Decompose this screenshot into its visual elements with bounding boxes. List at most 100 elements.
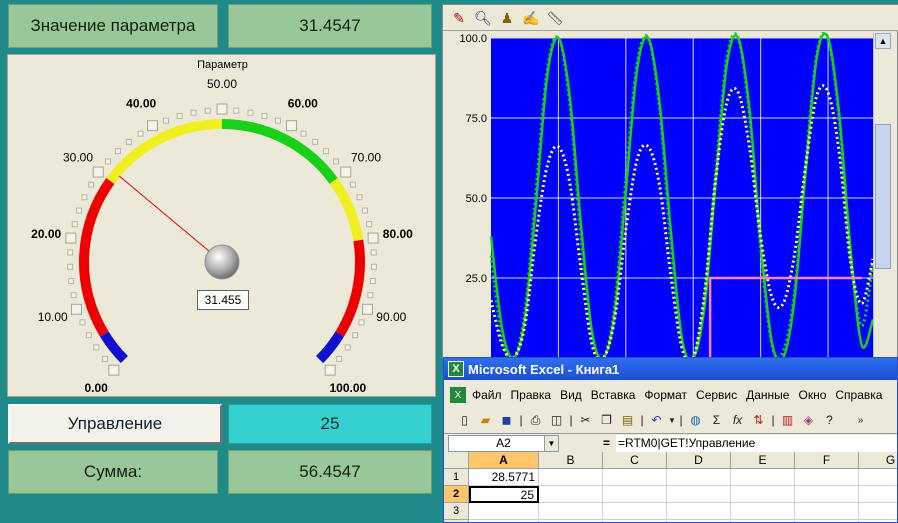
cut-icon[interactable]: ✂ — [575, 410, 596, 430]
function-icon[interactable]: fx — [727, 410, 748, 430]
formula-input[interactable]: =RTM0|GET!Управление — [616, 434, 897, 452]
menu-window[interactable]: Окно — [798, 388, 826, 402]
trend-chart-window: ✎ 🔍︎ ♟ ✍ 📏︎ 100.0 75.0 50.0 25.0 ▲ — [442, 4, 898, 360]
preview-icon[interactable]: ◫ — [546, 410, 567, 430]
gauge-minor-tick — [204, 107, 211, 114]
cell-a3[interactable] — [469, 503, 539, 520]
gauge-major-tick — [92, 166, 104, 178]
toolbar-overflow-icon[interactable]: » — [850, 410, 871, 430]
select-all-corner[interactable] — [444, 452, 469, 469]
column-header-g[interactable]: G — [859, 452, 897, 469]
menu-insert[interactable]: Вставка — [591, 388, 636, 402]
cell-a1[interactable]: 28.5771 — [469, 469, 539, 486]
gauge-minor-tick — [312, 138, 319, 145]
gauge-minor-tick — [261, 113, 268, 120]
paste-icon[interactable]: ▤ — [617, 410, 638, 430]
zoom-icon[interactable]: 🔍︎ — [473, 8, 493, 28]
stamp-icon[interactable]: ♟ — [497, 8, 517, 28]
grid-cell[interactable] — [795, 469, 859, 486]
control-button[interactable]: Управление — [8, 404, 222, 444]
grid-cell[interactable] — [667, 503, 731, 520]
row-header-1[interactable]: 1 — [444, 469, 469, 486]
undo-dropdown-icon[interactable]: ▼ — [667, 410, 677, 430]
gauge-minor-tick — [356, 194, 363, 201]
hyperlink-globe-icon[interactable]: ◍ — [685, 410, 706, 430]
gauge-minor-tick — [137, 130, 144, 137]
chart-y-tick-label: 100.0 — [459, 33, 487, 45]
grid-cell[interactable] — [731, 469, 795, 486]
column-header-f[interactable]: F — [795, 452, 859, 469]
toolbar-separator: | — [640, 413, 644, 427]
chart-wizard-icon[interactable]: ▥ — [777, 410, 798, 430]
grid-cell[interactable] — [603, 486, 667, 503]
open-folder-icon[interactable]: ▰ — [475, 410, 496, 430]
grid-cell[interactable] — [795, 486, 859, 503]
undo-icon[interactable]: ↶ — [646, 410, 667, 430]
gauge-zone-arc — [79, 177, 115, 337]
row-header-3[interactable]: 3 — [444, 503, 469, 520]
scroll-up-icon[interactable]: ▲ — [875, 33, 891, 49]
formula-equals-label: = — [603, 436, 611, 450]
excel-app-icon: X — [448, 361, 464, 377]
menu-help[interactable]: Справка — [835, 388, 882, 402]
grid-cell[interactable] — [539, 503, 603, 520]
column-header-a[interactable]: A — [469, 452, 539, 469]
note-icon[interactable]: ✍ — [521, 8, 541, 28]
scroll-thumb[interactable] — [875, 124, 891, 269]
grid-cell[interactable] — [667, 469, 731, 486]
menu-format[interactable]: Формат — [644, 388, 687, 402]
name-box-dropdown-icon[interactable]: ▼ — [544, 435, 558, 451]
chart-scrollbar[interactable]: ▲ — [873, 32, 891, 360]
menu-data[interactable]: Данные — [746, 388, 789, 402]
print-icon[interactable]: ⎙ — [525, 410, 546, 430]
grid-cell[interactable] — [603, 469, 667, 486]
menu-file[interactable]: Файл — [472, 388, 502, 402]
chart-y-tick-label: 50.0 — [466, 193, 487, 205]
control-value: 25 — [320, 414, 340, 433]
cell-a2[interactable]: 25 — [469, 486, 539, 503]
autosum-icon[interactable]: Σ — [706, 410, 727, 430]
column-header-e[interactable]: E — [731, 452, 795, 469]
formula-bar: A2 ▼ = =RTM0|GET!Управление — [444, 433, 897, 452]
grid-cell[interactable] — [859, 469, 897, 486]
gauge-zone-arc — [315, 331, 344, 364]
name-box-value: A2 — [496, 436, 511, 450]
grid-cell[interactable] — [731, 486, 795, 503]
drawing-icon[interactable]: ◈ — [798, 410, 819, 430]
grid-cell[interactable] — [859, 486, 897, 503]
row-header-2[interactable]: 2 — [444, 486, 469, 503]
gauge-minor-tick — [349, 181, 356, 188]
grid-cell[interactable] — [539, 486, 603, 503]
grid-cell[interactable] — [731, 503, 795, 520]
menu-view[interactable]: Вид — [560, 388, 582, 402]
help-icon[interactable]: ? — [819, 410, 840, 430]
gauge-minor-tick — [79, 319, 86, 326]
column-header-c[interactable]: C — [603, 452, 667, 469]
menu-edit[interactable]: Правка — [511, 388, 552, 402]
column-header-b[interactable]: B — [539, 452, 603, 469]
sort-icon[interactable]: ⇅ — [748, 410, 769, 430]
ruler-icon[interactable]: 📏︎ — [545, 8, 565, 28]
gauge-tick-label: 50.00 — [207, 77, 237, 91]
gauge-zone-arc — [329, 177, 364, 242]
name-box[interactable]: A2 ▼ — [448, 434, 559, 452]
column-header-d[interactable]: D — [667, 452, 731, 469]
toolbar-separator: | — [679, 413, 683, 427]
gauge-major-tick — [147, 120, 159, 132]
grid-cell[interactable] — [795, 503, 859, 520]
save-icon[interactable]: ◼ — [496, 410, 517, 430]
excel-title-bar[interactable]: X Microsoft Excel - Книга1 — [444, 358, 897, 380]
new-doc-icon[interactable]: ▯ — [454, 410, 475, 430]
gauge-minor-tick — [81, 194, 88, 201]
grid-cell[interactable] — [667, 486, 731, 503]
control-value-panel: 25 — [228, 404, 432, 444]
copy-icon[interactable]: ❐ — [596, 410, 617, 430]
gauge-minor-tick — [163, 117, 170, 124]
grid-cell[interactable] — [603, 503, 667, 520]
menu-tools[interactable]: Сервис — [696, 388, 737, 402]
pen-icon[interactable]: ✎ — [449, 8, 469, 28]
grid-cell[interactable] — [859, 503, 897, 520]
gauge-tick-label: 100.00 — [330, 381, 367, 395]
gauge-minor-tick — [370, 249, 377, 256]
grid-cell[interactable] — [539, 469, 603, 486]
